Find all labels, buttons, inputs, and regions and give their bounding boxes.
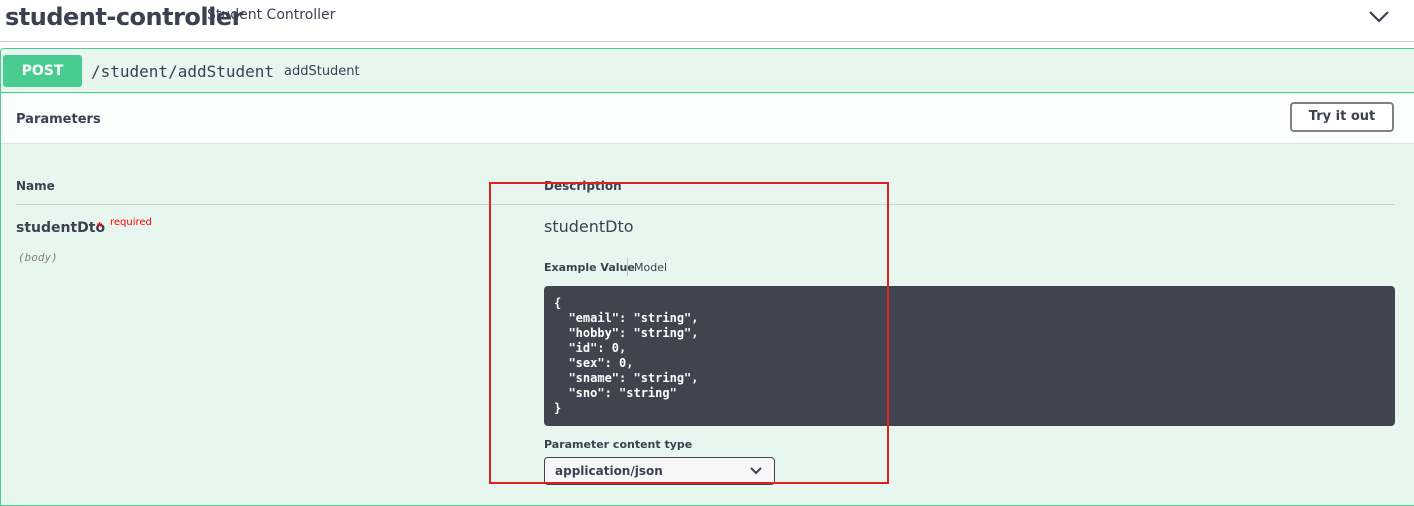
tag-description: Student Controller [207,7,336,23]
tag-header[interactable]: student-controller Student Controller [0,0,1414,42]
content-type-value: application/json [555,464,663,478]
required-label: required [110,217,152,228]
example-json: { "email": "string", "hobby": "string", … [554,296,699,415]
column-header-description: Description [544,179,622,193]
example-value-code[interactable]: { "email": "string", "hobby": "string", … [544,286,1395,426]
operation-block: POST /student/addStudent addStudent Para… [0,48,1414,506]
tab-divider [627,258,628,276]
param-name: studentDto [16,220,106,236]
param-location: (body) [18,251,58,264]
column-header-name: Name [16,179,55,193]
param-description: studentDto [544,217,634,236]
required-star: * [97,219,103,234]
try-it-out-button[interactable]: Try it out [1290,102,1394,132]
operation-summary-text: addStudent [284,64,360,79]
operation-summary[interactable]: POST /student/addStudent addStudent [1,49,1414,93]
method-badge: POST [3,55,82,87]
parameters-title: Parameters [16,112,101,127]
header-divider [16,204,1395,205]
tab-example-value[interactable]: Example Value [544,261,635,274]
operation-path: /student/addStudent [91,62,275,81]
content-type-label: Parameter content type [544,438,693,451]
chevron-down-icon [750,467,762,475]
chevron-down-icon[interactable] [1366,5,1392,27]
parameters-header: Parameters Try it out [1,94,1414,144]
content-type-select[interactable]: application/json [544,457,775,485]
tab-model[interactable]: Model [634,261,667,274]
